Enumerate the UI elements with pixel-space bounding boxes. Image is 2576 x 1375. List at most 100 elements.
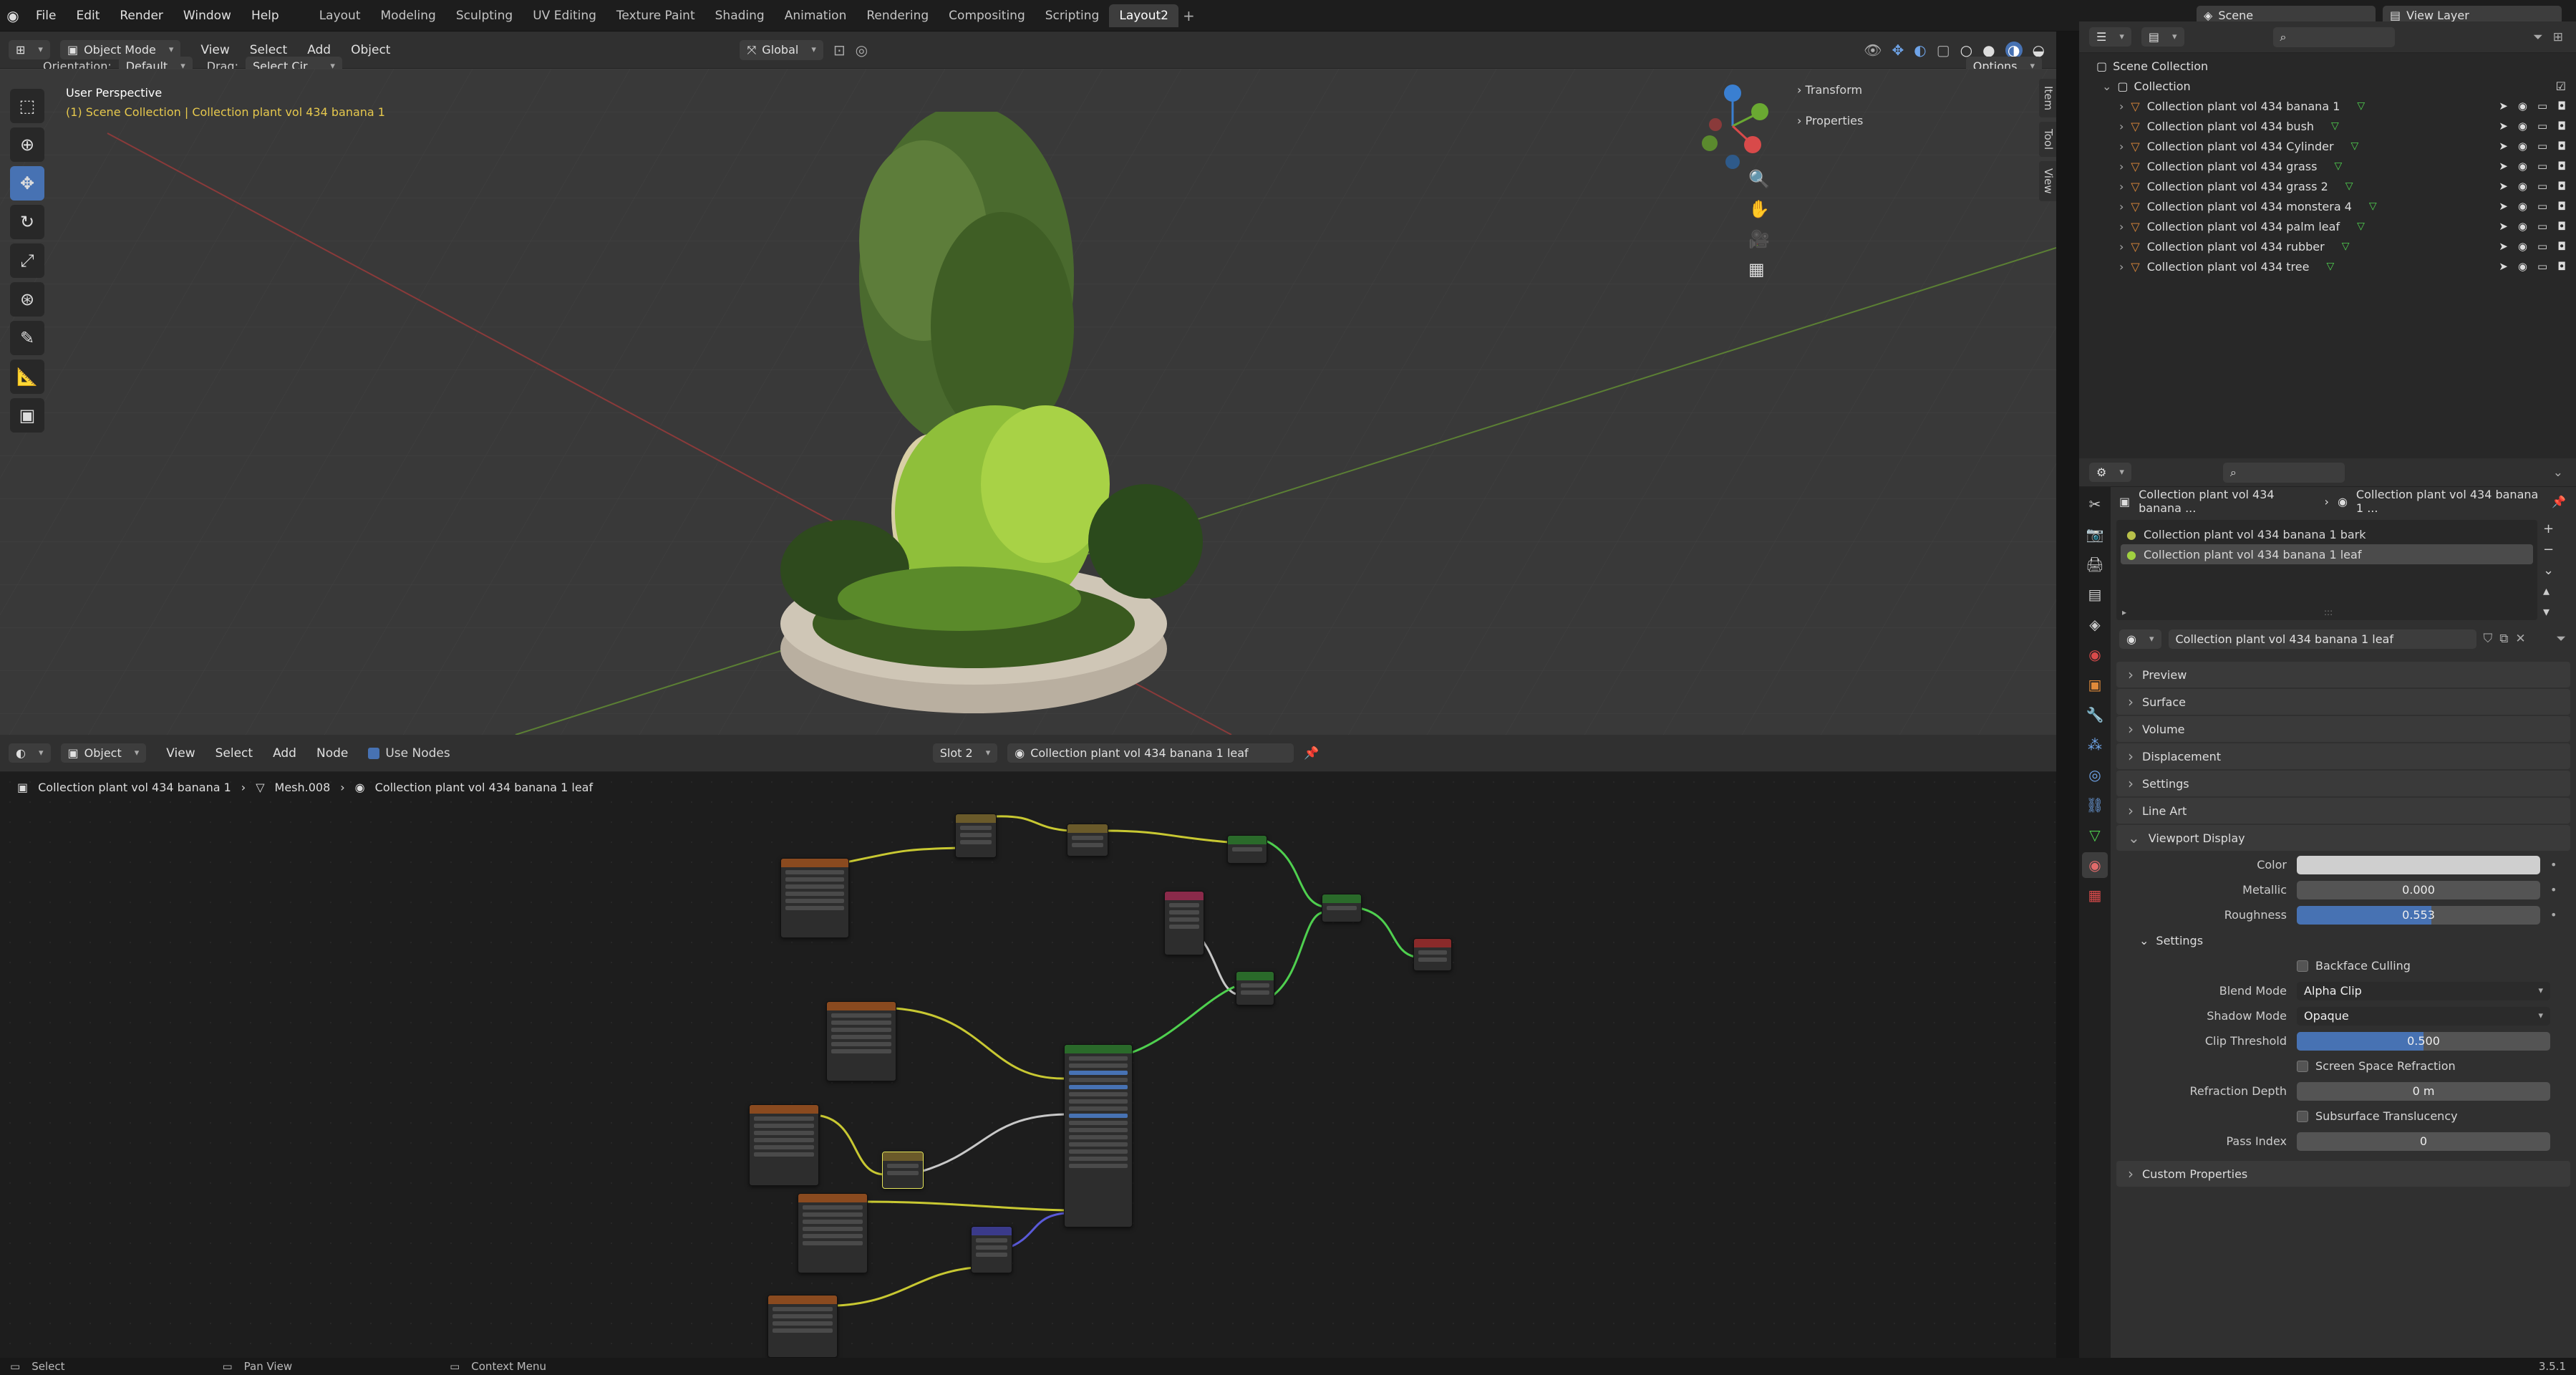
outliner-editor-type[interactable]: ☰ <box>2089 27 2131 47</box>
collection-row[interactable]: ⌄ ▢ Collection ☑ <box>2079 76 2576 96</box>
mix-shader-node[interactable] <box>1322 894 1362 922</box>
filter-icon[interactable]: ⏷ <box>2556 632 2576 646</box>
material-slot-leaf[interactable]: ● Collection plant vol 434 banana 1 leaf <box>2121 544 2533 564</box>
data-tab-icon[interactable]: ▽ <box>2082 822 2108 848</box>
shadow-mode-dropdown[interactable]: Opaque <box>2297 1006 2550 1026</box>
select-tool-icon[interactable]: ⬚ <box>10 89 44 123</box>
tab-layout[interactable]: Layout <box>309 4 371 27</box>
panel-surface[interactable]: Surface <box>2116 689 2570 715</box>
selectable-icon[interactable]: ➤ <box>2499 160 2508 173</box>
color-ramp-node[interactable] <box>1067 824 1108 857</box>
image-texture-node-4[interactable] <box>798 1193 868 1273</box>
metallic-slider[interactable]: 0.000 <box>2297 880 2540 899</box>
outliner-item[interactable]: › ▽ Collection plant vol 434 palm leaf ▽ ➤ ◉ ▭… <box>2079 216 2576 236</box>
tab-modeling[interactable]: Modeling <box>371 4 446 27</box>
node-editor-type-button[interactable]: ◐ <box>9 743 51 763</box>
keyframe-dot-icon[interactable]: • <box>2550 883 2557 897</box>
transform-panel[interactable]: › Transform <box>1790 79 2026 101</box>
tab-view[interactable]: View <box>2039 161 2056 201</box>
camera-icon[interactable]: ◘ <box>2557 220 2566 233</box>
eye-icon[interactable]: ◉ <box>2518 260 2527 273</box>
mapping-node[interactable] <box>955 814 997 858</box>
eye-icon[interactable]: ◉ <box>2518 200 2527 213</box>
list-resize-handle[interactable]: ::: <box>2324 607 2333 617</box>
monitor-icon[interactable]: ▭ <box>2537 200 2547 213</box>
world-tab-icon[interactable]: ◉ <box>2082 642 2108 667</box>
expand-icon[interactable]: › <box>2119 200 2124 213</box>
render-tab-icon[interactable]: 📷 <box>2082 521 2108 547</box>
filter-icon[interactable]: ⏷ <box>2533 30 2543 44</box>
zoom-icon[interactable]: 🔍 <box>1748 169 1770 189</box>
eye-icon[interactable]: ◉ <box>2518 100 2527 112</box>
monitor-icon[interactable]: ▭ <box>2537 140 2547 153</box>
expand-icon[interactable]: › <box>2119 180 2124 193</box>
tab-sculpting[interactable]: Sculpting <box>446 4 523 27</box>
tab-rendering[interactable]: Rendering <box>856 4 939 27</box>
principled-bsdf-node[interactable] <box>1064 1044 1133 1227</box>
expand-icon[interactable]: › <box>2119 160 2124 173</box>
annotate-tool-icon[interactable]: ✎ <box>10 321 44 355</box>
panel-volume[interactable]: Volume <box>2116 716 2570 742</box>
material-selector[interactable]: ◉ Collection plant vol 434 banana 1 leaf <box>1007 743 1294 763</box>
tab-shading[interactable]: Shading <box>705 4 775 27</box>
tab-scripting[interactable]: Scripting <box>1035 4 1110 27</box>
selectable-icon[interactable]: ➤ <box>2499 100 2508 112</box>
camera-icon[interactable]: ◘ <box>2557 260 2566 273</box>
outliner-item[interactable]: › ▽ Collection plant vol 434 grass ▽ ➤ ◉ ▭ ◘ <box>2079 156 2576 176</box>
tab-tool[interactable]: Tool <box>2039 122 2056 158</box>
texture-tab-icon[interactable]: ▦ <box>2082 882 2108 908</box>
keyframe-dot-icon[interactable]: • <box>2550 858 2557 872</box>
material-tab-icon[interactable]: ◉ <box>2082 852 2108 878</box>
browse-material-button[interactable]: ◉ <box>2119 629 2161 649</box>
selectable-icon[interactable]: ➤ <box>2499 200 2508 213</box>
add-cube-tool-icon[interactable]: ▣ <box>10 398 44 433</box>
camera-icon[interactable]: 🎥 <box>1748 229 1770 249</box>
options-icon[interactable]: ⌄ <box>2553 465 2576 480</box>
node-menu-select[interactable]: Select <box>205 746 263 761</box>
monitor-icon[interactable]: ▭ <box>2537 160 2547 173</box>
camera-icon[interactable]: ◘ <box>2557 140 2566 153</box>
use-nodes-toggle[interactable]: Use Nodes <box>368 746 450 761</box>
object-tab-icon[interactable]: ▣ <box>2082 672 2108 698</box>
panel-line-art[interactable]: Line Art <box>2116 798 2570 824</box>
tab-texture-paint[interactable]: Texture Paint <box>606 4 705 27</box>
image-texture-node[interactable] <box>780 858 849 938</box>
panel-settings[interactable]: Settings <box>2116 771 2570 796</box>
outliner-item[interactable]: › ▽ Collection plant vol 434 monstera 4 ▽ ➤ ◉… <box>2079 196 2576 216</box>
tab-animation[interactable]: Animation <box>775 4 857 27</box>
ssr-checkbox[interactable] <box>2297 1060 2308 1072</box>
menu-window[interactable]: Window <box>173 9 241 23</box>
scene-tab-icon[interactable]: ◈ <box>2082 612 2108 637</box>
list-expand-icon[interactable]: ▸ <box>2122 607 2126 617</box>
eye-icon[interactable]: ◉ <box>2518 160 2527 173</box>
rotate-tool-icon[interactable]: ↻ <box>10 205 44 239</box>
material-output-node[interactable] <box>1413 938 1452 971</box>
selectable-icon[interactable]: ➤ <box>2499 220 2508 233</box>
menu-render[interactable]: Render <box>110 9 173 23</box>
monitor-icon[interactable]: ▭ <box>2537 180 2547 193</box>
shader-type-selector[interactable]: ▣ Object <box>60 743 147 763</box>
outliner-item[interactable]: › ▽ Collection plant vol 434 Cylinder ▽ ➤ ◉ ▭ ◘ <box>2079 136 2576 156</box>
selectable-icon[interactable]: ➤ <box>2499 120 2508 132</box>
blender-logo-icon[interactable]: ◉ <box>0 7 26 24</box>
display-mode-selector[interactable]: ▤ <box>2141 27 2184 47</box>
pin-icon[interactable]: 📌 <box>1304 746 1319 761</box>
camera-icon[interactable]: ◘ <box>2557 200 2566 213</box>
menu-file[interactable]: File <box>26 9 66 23</box>
ortho-grid-icon[interactable]: ▦ <box>1748 259 1770 279</box>
selectable-icon[interactable]: ➤ <box>2499 260 2508 273</box>
monitor-icon[interactable]: ▭ <box>2537 100 2547 112</box>
outliner-item[interactable]: › ▽ Collection plant vol 434 grass 2 ▽ ➤ ◉ ▭ ◘ <box>2079 176 2576 196</box>
image-texture-node-5[interactable] <box>768 1295 838 1358</box>
transform-tool-icon[interactable]: ⊛ <box>10 282 44 317</box>
invert-node[interactable] <box>882 1152 924 1189</box>
expand-icon[interactable]: › <box>2119 260 2124 274</box>
pin-icon[interactable]: 📌 <box>2552 495 2576 508</box>
node-menu-node[interactable]: Node <box>306 746 358 761</box>
settings-subpanel[interactable]: ⌄ Settings <box>2111 927 2576 953</box>
camera-icon[interactable]: ◘ <box>2557 160 2566 173</box>
camera-icon[interactable]: ◘ <box>2557 100 2566 112</box>
cursor-tool-icon[interactable]: ⊕ <box>10 127 44 162</box>
expand-icon[interactable]: › <box>2119 100 2124 113</box>
material-slot-bark[interactable]: ● Collection plant vol 434 banana 1 bark <box>2121 524 2533 544</box>
